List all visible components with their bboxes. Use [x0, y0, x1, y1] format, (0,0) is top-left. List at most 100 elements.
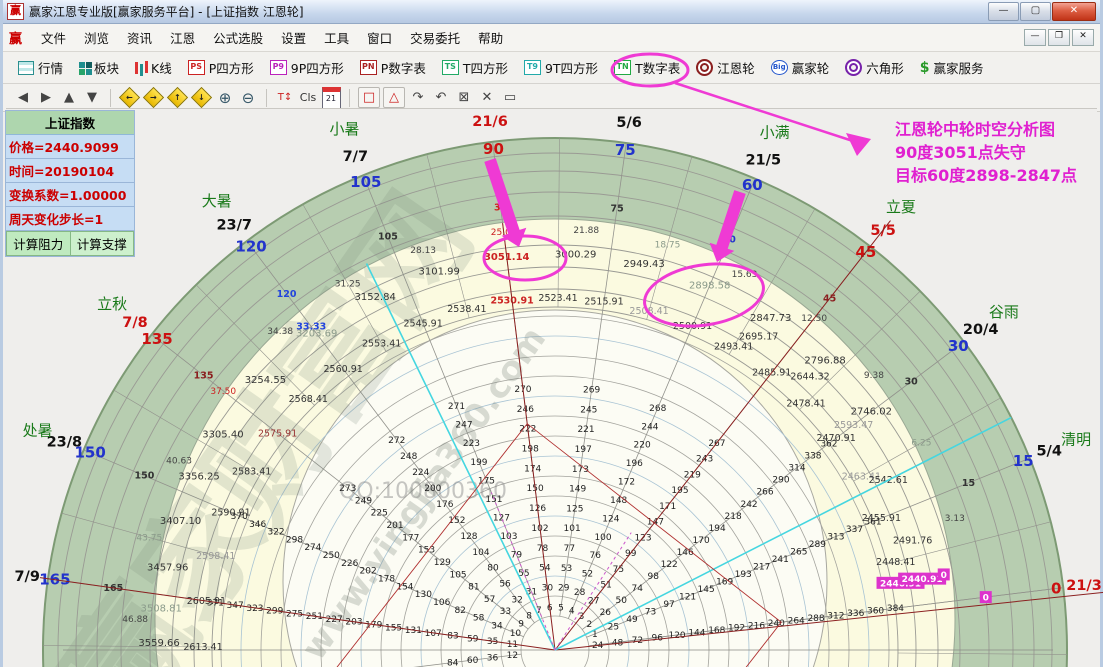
mdi-close-button[interactable]: ✕ — [1072, 29, 1094, 46]
diamond-arrow-glyph: ↑ — [174, 93, 181, 102]
blocks-icon — [79, 62, 85, 68]
menu-item-浏览[interactable]: 浏览 — [75, 27, 118, 50]
maximize-button[interactable]: ▢ — [1020, 2, 1051, 21]
toolbar-item-赢家服务[interactable]: $赢家服务 — [913, 55, 991, 80]
annotation-line: 目标60度2898-2847点 — [895, 164, 1077, 187]
toolbar-item-label: 9P四方形 — [291, 58, 344, 77]
shrink-tool-icon[interactable]: ✕ — [477, 88, 497, 107]
panel-row-3: 周天变化步长=1 — [6, 207, 134, 231]
candlestick-icon — [135, 62, 138, 74]
annotation-line: 90度3051点失守 — [895, 141, 1077, 164]
toolbar-item-9T四方形[interactable]: T9 9T四方形 — [517, 55, 605, 80]
panel-row-2: 变换系数=1.00000 — [6, 183, 134, 207]
app-window: { "window": { "title": "赢家江恩专业版[赢家服务平台] … — [0, 0, 1103, 667]
triangle-tool-icon[interactable]: △ — [383, 87, 405, 108]
instrument-title: 上证指数 — [6, 111, 134, 135]
toolbar-item-label: 行情 — [38, 58, 63, 77]
pan-down-icon[interactable]: ↓ — [191, 87, 212, 108]
panel-button-计算阻力[interactable]: 计算阻力 — [6, 231, 70, 256]
gann-wheel-icon — [696, 59, 713, 76]
gann-wheel-chart[interactable] — [6, 108, 1097, 667]
menu-item-窗口[interactable]: 窗口 — [358, 27, 401, 50]
canvas-tool-icon[interactable]: ▭ — [500, 88, 520, 107]
menu-item-设置[interactable]: 设置 — [272, 27, 315, 50]
zoom-out-icon[interactable]: ⊖ — [238, 88, 258, 107]
cls-button[interactable]: Cls — [298, 88, 318, 107]
menu-item-公式选股[interactable]: 公式选股 — [204, 27, 272, 50]
toolbar-item-行情[interactable]: 行情 — [11, 55, 70, 80]
next-arrow-icon[interactable]: ▶ — [36, 88, 56, 107]
minimize-button[interactable]: — — [988, 2, 1019, 21]
menu-item-工具[interactable]: 工具 — [315, 27, 358, 50]
toolbar-item-P四方形[interactable]: PS P四方形 — [181, 55, 261, 80]
dollar-icon: $ — [920, 60, 930, 76]
toolbar-item-六角形[interactable]: 六角形 — [838, 55, 911, 80]
toolbar-item-T数字表[interactable]: TN T数字表 — [607, 55, 687, 80]
main-toolbar: 行情 板块 K线 PS P四方形 P99P四方形PNP数字表 TS T四方形 T9 9T四方形 TN… — [3, 52, 1100, 84]
menu-item-文件[interactable]: 文件 — [32, 27, 75, 50]
updown-marker-icon[interactable]: T↕ — [275, 88, 295, 107]
mdi-minimize-button[interactable]: — — [1024, 29, 1046, 46]
up-triangle-icon[interactable]: ▲ — [59, 88, 79, 107]
toolbar-item-label: K线 — [151, 58, 172, 77]
xbox-tool-icon[interactable]: ⊠ — [454, 88, 474, 107]
parameter-panel: 上证指数 价格=2440.9099时间=20190104变换系数=1.00000… — [5, 110, 135, 257]
square-tool-icon[interactable]: □ — [358, 87, 380, 108]
app-logo-icon: 赢 — [7, 3, 24, 20]
toolbar-separator — [349, 89, 350, 107]
prev-arrow-icon[interactable]: ◀ — [13, 88, 33, 107]
pan-right-icon[interactable]: → — [143, 87, 164, 108]
toolbar-item-label: 江恩轮 — [717, 58, 755, 77]
toolbar-separator — [110, 89, 111, 107]
toolbar-item-江恩轮[interactable]: 江恩轮 — [689, 55, 762, 80]
toolbar-item-label: P数字表 — [381, 58, 426, 77]
toolbar-separator — [266, 89, 267, 107]
menu-item-资讯[interactable]: 资讯 — [118, 27, 161, 50]
toolbar-item-T四方形[interactable]: TS T四方形 — [435, 55, 515, 80]
panel-button-计算支撑[interactable]: 计算支撑 — [70, 231, 135, 256]
toolbar-item-label: 赢家轮 — [792, 58, 830, 77]
menu-logo-icon: 赢 — [9, 28, 22, 47]
diamond-arrow-glyph: ← — [126, 93, 133, 102]
toolbar-item-9P四方形[interactable]: P99P四方形 — [263, 55, 351, 80]
pan-up-icon[interactable]: ↑ — [167, 87, 188, 108]
toolbar-item-label: T数字表 — [635, 58, 680, 77]
panel-row-1: 时间=20190104 — [6, 159, 134, 183]
menu-item-交易委托[interactable]: 交易委托 — [401, 27, 469, 50]
toolbar-item-label: 六角形 — [866, 58, 904, 77]
menu-item-江恩[interactable]: 江恩 — [161, 27, 204, 50]
annotation-line: 江恩轮中轮时空分析图 — [895, 118, 1077, 141]
calendar-icon[interactable]: 21 — [321, 88, 341, 107]
toolbar-item-板块[interactable]: 板块 — [72, 55, 126, 80]
t9-badge-icon: T9 — [524, 60, 541, 75]
menu-bar: 赢 文件浏览资讯江恩公式选股设置工具窗口交易委托帮助 —❐✕ — [3, 24, 1100, 52]
zoom-in-icon[interactable]: ⊕ — [215, 88, 235, 107]
toolbar-item-P数字表[interactable]: PNP数字表 — [353, 55, 433, 80]
title-bar[interactable]: 赢 赢家江恩专业版[赢家服务平台] - [上证指数 江恩轮] — ▢ ✕ — [3, 0, 1100, 24]
ps-badge-icon: PS — [188, 60, 205, 75]
quotes-table-icon — [18, 61, 34, 75]
arc-cw-icon[interactable]: ↷ — [408, 88, 428, 107]
close-button[interactable]: ✕ — [1052, 2, 1096, 21]
toolbar-item-label: P四方形 — [209, 58, 254, 77]
toolbar-item-K线[interactable]: K线 — [128, 55, 179, 80]
analysis-annotation: 江恩轮中轮时空分析图90度3051点失守目标60度2898-2847点 — [895, 118, 1077, 188]
toolbar-item-赢家轮[interactable]: Big 赢家轮 — [764, 55, 837, 80]
toolbar-item-label: 9T四方形 — [545, 58, 598, 77]
panel-row-0: 价格=2440.9099 — [6, 135, 134, 159]
ts-badge-icon: TS — [442, 60, 459, 75]
hexagon-icon — [845, 59, 862, 76]
tn-badge-icon: TN — [614, 60, 631, 75]
toolbar-item-label: 赢家服务 — [934, 58, 984, 77]
calendar-day: 21 — [322, 87, 341, 109]
menu-item-帮助[interactable]: 帮助 — [469, 27, 512, 50]
toolbar-item-label: T四方形 — [463, 58, 508, 77]
diamond-arrow-glyph: ↓ — [198, 93, 205, 102]
toolbar-item-label: 板块 — [94, 58, 119, 77]
mdi-restore-button[interactable]: ❐ — [1048, 29, 1070, 46]
winner-wheel-icon: Big — [771, 60, 788, 75]
arc-ccw-icon[interactable]: ↶ — [431, 88, 451, 107]
down-triangle-icon[interactable]: ▼ — [82, 88, 102, 107]
pan-left-icon[interactable]: ← — [119, 87, 140, 108]
window-title: 赢家江恩专业版[赢家服务平台] - [上证指数 江恩轮] — [29, 3, 304, 20]
